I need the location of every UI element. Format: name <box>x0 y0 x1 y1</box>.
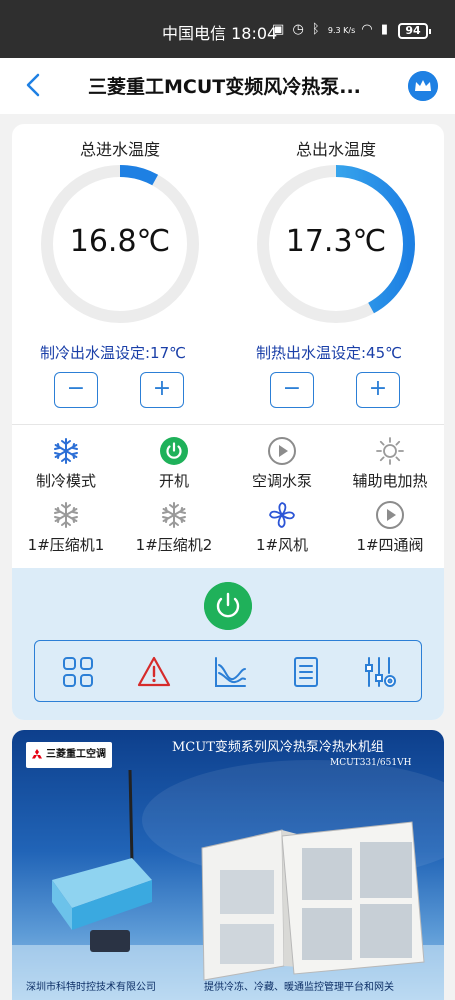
power-button[interactable] <box>204 582 252 630</box>
grid-icon[interactable] <box>59 653 97 691</box>
status-label: 辅助电加热 <box>352 472 428 490</box>
divider <box>12 424 444 425</box>
status-label: 1#风机 <box>255 536 309 554</box>
cooling-increase-button[interactable]: + <box>140 372 184 408</box>
system-status-bar: 中国电信 18:04 ▣ ◷ ᛒ 9.3 K/s ◠ ▮ 94 <box>0 0 455 58</box>
cooling-decrease-button[interactable]: − <box>54 372 98 408</box>
bluetooth-icon: ᛒ <box>311 22 322 37</box>
status-label: 空调水泵 <box>251 472 312 490</box>
status-label: 1#压缩机2 <box>135 536 213 554</box>
banner-slogan: 提供冷冻、冷藏、暖通监控管理平台和网关 <box>204 982 394 993</box>
chart-icon[interactable] <box>211 653 249 691</box>
banner-title: MCUT变频系列风冷热泵冷热水机组 <box>172 740 384 755</box>
product-banner[interactable]: 三菱重工空调 MCUT变频系列风冷热泵冷热水机组 MCUT331/651VH 深… <box>12 730 444 1000</box>
chiller-units-image <box>201 821 425 981</box>
play-circle-icon <box>376 501 404 529</box>
page-title: 三菱重工MCUT变频风冷热泵... <box>88 76 361 98</box>
carrier-time: 中国电信 18:04 <box>162 24 278 43</box>
mitsubishi-logo-icon <box>32 749 42 759</box>
status-compressor-1: 1#压缩机1 <box>12 500 120 555</box>
cooling-setpoint-label: 制冷出水温设定:17℃ <box>40 344 186 362</box>
status-label: 制冷模式 <box>35 472 96 490</box>
device-card: 总进水温度 16.8℃ 总出水温度 17.3℃ 制冷出水温设定:17℃ 制热出水… <box>12 124 444 720</box>
banner-model: MCUT331/651VH <box>330 758 412 768</box>
status-fan: 1#风机 <box>228 500 336 555</box>
settings-slider-icon[interactable] <box>361 653 399 691</box>
status-label: 开机 <box>158 472 189 490</box>
network-speed: 9.3 K/s <box>327 26 356 35</box>
function-toolbar <box>34 640 422 702</box>
nav-bar: 三菱重工MCUT变频风冷热泵... <box>0 58 455 114</box>
status-power-on: 开机 <box>120 436 228 491</box>
outlet-temperature-value: 17.3℃ <box>285 224 387 259</box>
banner-background <box>12 760 444 1000</box>
outlet-gauge-title: 总出水温度 <box>295 140 376 159</box>
snowflake-icon <box>54 502 78 528</box>
wifi-icon: ◠ <box>361 22 375 37</box>
power-icon <box>160 437 188 465</box>
snowflake-icon <box>54 438 78 464</box>
list-icon[interactable] <box>287 653 325 691</box>
nfc-icon: ▣ <box>272 22 287 37</box>
status-aux-heating: 辅助电加热 <box>336 436 444 491</box>
signal-icon: ▮ <box>380 22 391 37</box>
alarm-clock-icon: ◷ <box>292 22 306 37</box>
inlet-gauge-title: 总进水温度 <box>79 140 160 159</box>
sun-icon <box>376 437 404 465</box>
crown-icon[interactable] <box>408 71 438 101</box>
heating-decrease-button[interactable]: − <box>270 372 314 408</box>
brand-name: 三菱重工空调 <box>46 749 106 760</box>
status-icons: ▣ ◷ ᛒ 9.3 K/s ◠ ▮ <box>272 22 390 37</box>
control-panel <box>12 568 444 720</box>
banner-company: 深圳市科特时控技术有限公司 <box>26 982 156 993</box>
status-label: 1#四通阀 <box>356 536 424 554</box>
play-circle-icon <box>268 437 296 465</box>
status-cooling-mode: 制冷模式 <box>12 436 120 491</box>
inlet-temperature-value: 16.8℃ <box>69 224 171 259</box>
status-water-pump: 空调水泵 <box>228 436 336 491</box>
brand-logo: 三菱重工空调 <box>26 742 112 768</box>
status-four-way-valve: 1#四通阀 <box>336 500 444 555</box>
alarm-icon[interactable] <box>135 653 173 691</box>
status-compressor-2: 1#压缩机2 <box>120 500 228 555</box>
heating-setpoint-label: 制热出水温设定:45℃ <box>256 344 402 362</box>
status-label: 1#压缩机1 <box>27 536 105 554</box>
fan-icon <box>269 502 295 528</box>
snowflake-icon <box>162 502 186 528</box>
back-arrow-icon[interactable] <box>18 70 48 100</box>
heating-increase-button[interactable]: + <box>356 372 400 408</box>
gateway-device-image <box>52 769 152 952</box>
battery-icon: 94 <box>398 23 431 39</box>
